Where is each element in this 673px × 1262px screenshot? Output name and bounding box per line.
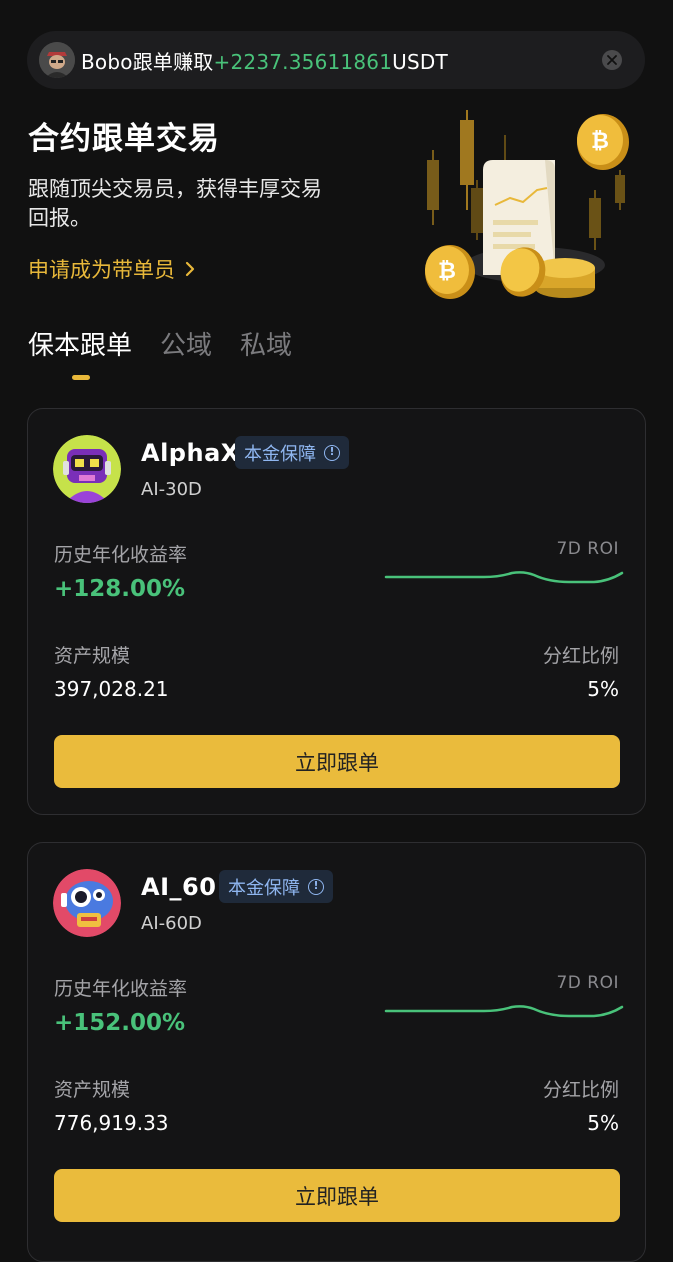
- trader-avatar: [53, 435, 121, 503]
- notification-action: 跟单赚取: [132, 49, 214, 74]
- profit-share-value: 5%: [587, 1111, 619, 1135]
- chart-label: 7D ROI: [556, 973, 619, 993]
- aum-value: 397,028.21: [54, 677, 169, 701]
- trader-card[interactable]: AlphaX 本金保障 ! AI-30D 历史年化收益率 7D ROI +128…: [27, 408, 646, 815]
- profit-share-label: 分红比例: [542, 645, 619, 667]
- page-title: 合约跟单交易: [28, 121, 220, 157]
- trader-strategy: AI-60D: [141, 913, 202, 934]
- roi-sparkline: [384, 571, 624, 584]
- roi-value: +128.00%: [54, 576, 186, 602]
- notification-user-avatar: [39, 42, 75, 78]
- tab-label: 私域: [240, 331, 293, 361]
- trader-strategy: AI-30D: [141, 479, 202, 500]
- copy-now-button[interactable]: 立即跟单: [54, 1169, 620, 1222]
- copy-now-button[interactable]: 立即跟单: [54, 735, 620, 788]
- tab-principal-protected[interactable]: 保本跟单: [28, 325, 133, 380]
- info-icon: !: [308, 878, 324, 895]
- copy-trade-tabs: 保本跟单 公域 私域: [28, 325, 292, 380]
- chart-label: 7D ROI: [556, 539, 619, 559]
- roi-label: 历史年化收益率: [54, 544, 188, 566]
- hero-illustration: ₿ ₿: [425, 110, 629, 299]
- profit-share-label: 分红比例: [542, 1079, 619, 1101]
- aum-label: 资产规模: [54, 1079, 131, 1101]
- notification-user: Bobo: [81, 49, 133, 74]
- trader-avatar: [53, 869, 121, 937]
- badge-label: 本金保障: [228, 877, 300, 899]
- tab-public[interactable]: 公域: [160, 325, 212, 379]
- notification-message: Bobo跟单赚取+2237.35611861USDT: [81, 46, 448, 75]
- trader-name: AlphaX: [141, 439, 240, 467]
- aum-label: 资产规模: [54, 645, 131, 667]
- close-notification-button[interactable]: [602, 50, 622, 70]
- earnings-notification: Bobo跟单赚取+2237.35611861USDT: [27, 31, 645, 89]
- tab-private[interactable]: 私域: [240, 325, 292, 379]
- info-icon: !: [324, 444, 340, 461]
- trader-card[interactable]: AI_60 本金保障 ! AI-60D 历史年化收益率 7D ROI +152.…: [27, 842, 646, 1262]
- profit-share-value: 5%: [587, 677, 619, 701]
- principal-protection-badge[interactable]: 本金保障 !: [235, 436, 349, 469]
- badge-label: 本金保障: [244, 443, 316, 465]
- chevron-right-icon: [185, 261, 195, 277]
- close-icon: [607, 55, 617, 65]
- aum-value: 776,919.33: [54, 1111, 169, 1135]
- roi-label: 历史年化收益率: [54, 978, 188, 1000]
- active-tab-indicator: [72, 375, 90, 380]
- roi-sparkline: [384, 1005, 624, 1018]
- principal-protection-badge[interactable]: 本金保障 !: [219, 870, 333, 903]
- svg-text:₿: ₿: [591, 129, 609, 154]
- apply-lead-trader-link[interactable]: 申请成为带单员: [28, 254, 195, 284]
- roi-value: +152.00%: [54, 1010, 186, 1036]
- notification-unit: USDT: [392, 49, 448, 74]
- svg-text:₿: ₿: [438, 259, 456, 284]
- page-subtitle: 跟随顶尖交易员，获得丰厚交易回报。: [28, 177, 322, 230]
- apply-lead-trader-label: 申请成为带单员: [28, 258, 175, 282]
- tab-label: 保本跟单: [28, 331, 133, 361]
- trader-name: AI_60: [141, 873, 217, 901]
- tab-label: 公域: [160, 331, 213, 361]
- notification-amount: +2237.35611861: [213, 49, 393, 74]
